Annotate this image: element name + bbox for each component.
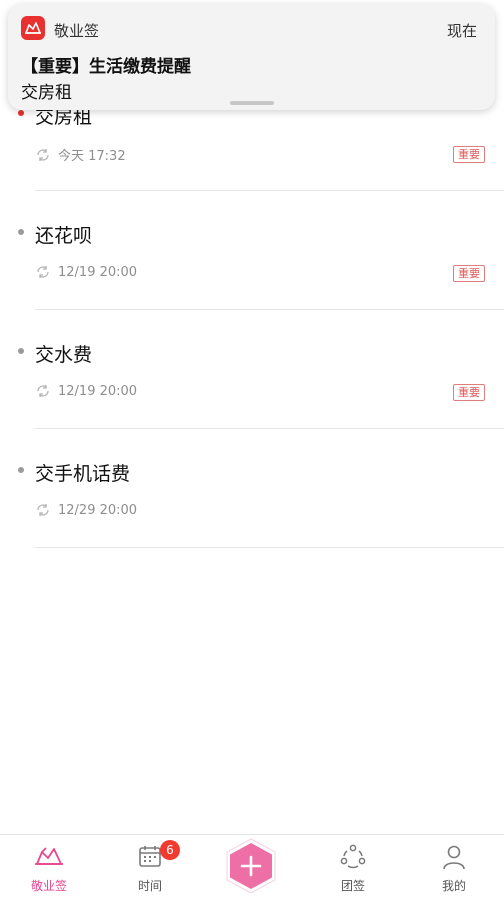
notes-logo-icon [25, 22, 41, 34]
status-dot [18, 348, 24, 354]
add-button[interactable] [225, 838, 277, 894]
notes-icon [35, 847, 63, 865]
tab-notes[interactable]: 敬业签 [9, 835, 89, 897]
divider [35, 190, 504, 191]
notification-badge: 6 [160, 840, 180, 860]
list-item[interactable]: 交手机话费 12/29 20:00 [0, 448, 504, 567]
item-time: 今天 17:32 [58, 149, 126, 164]
important-tag: 重要 [453, 146, 485, 163]
item-meta: 12/19 20:00 [35, 264, 137, 280]
notification-time: 现在 [446, 22, 477, 40]
status-dot [18, 110, 24, 116]
item-title: 还花呗 [35, 225, 93, 247]
notification-banner[interactable]: 敬业签 现在 【重要】生活缴费提醒 交房租 [8, 4, 495, 110]
tab-team[interactable]: 团签 [313, 835, 393, 897]
drag-handle[interactable] [230, 101, 274, 105]
list-item[interactable]: 交水费 12/19 20:00 重要 [0, 329, 504, 448]
calendar-icon [139, 846, 161, 867]
tab-time[interactable]: 6 时间 [110, 835, 190, 897]
notification-body: 交房租 [21, 83, 72, 103]
status-dot [18, 467, 24, 473]
list-item[interactable]: 还花呗 12/19 20:00 重要 [0, 210, 504, 329]
tab-label: 团签 [340, 879, 365, 893]
app-icon [21, 16, 45, 40]
important-tag: 重要 [453, 384, 485, 401]
app-name: 敬业签 [54, 22, 100, 40]
tab-label: 我的 [441, 879, 466, 893]
item-meta: 12/19 20:00 [35, 383, 137, 399]
item-title: 交手机话费 [35, 463, 131, 485]
team-icon [340, 844, 366, 869]
item-meta: 今天 17:32 [35, 145, 126, 164]
repeat-icon [37, 148, 49, 161]
tab-label: 敬业签 [30, 879, 67, 893]
divider [35, 547, 504, 548]
notification-title: 【重要】生活缴费提醒 [21, 57, 191, 77]
tab-label: 时间 [137, 879, 162, 893]
item-title: 交水费 [35, 344, 93, 366]
status-dot [18, 229, 24, 235]
profile-icon [443, 845, 465, 870]
repeat-icon [37, 504, 49, 516]
item-meta: 12/29 20:00 [35, 502, 137, 518]
item-time: 12/19 20:00 [58, 264, 138, 280]
item-time: 12/29 20:00 [58, 502, 138, 518]
important-tag: 重要 [453, 265, 485, 282]
tab-profile[interactable]: 我的 [414, 835, 494, 897]
item-time: 12/19 20:00 [58, 383, 138, 399]
repeat-icon [37, 385, 49, 397]
divider [35, 428, 504, 429]
repeat-icon [37, 266, 49, 278]
divider [35, 309, 504, 310]
